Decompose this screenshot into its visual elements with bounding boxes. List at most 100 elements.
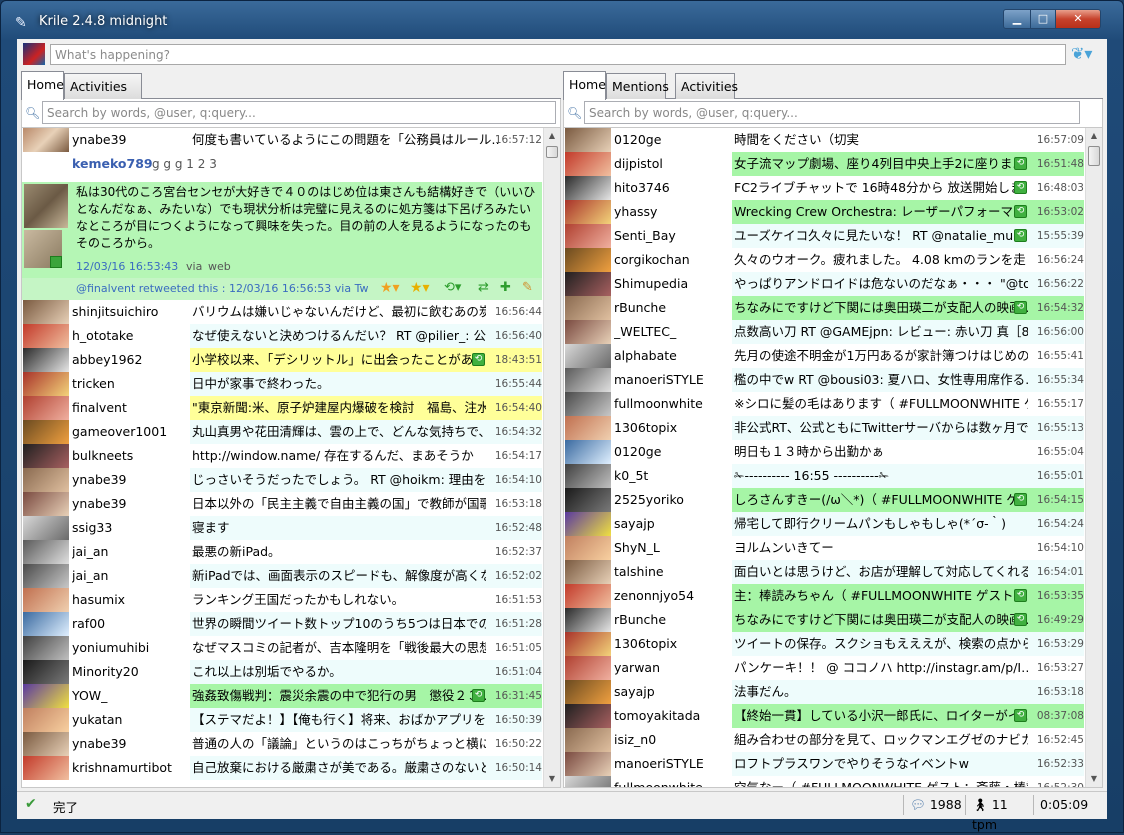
tweet-row[interactable]: hasumix ランキング王国だったかもしれない。 16:51:53 [22, 588, 542, 612]
avatar[interactable] [23, 516, 69, 540]
tweet-row[interactable]: YOW_ 強姦致傷戦判：震災余震の中で犯行の男 懲役２３… ⟲ 16:31:45 [22, 684, 542, 708]
avatar[interactable] [23, 444, 69, 468]
tweet-row[interactable]: yhassy Wrecking Crew Orchestra: レーザーパフォーマ… [564, 200, 1084, 224]
tweet-row[interactable]: 0120ge 明日も１３時から出勤かぁ 16:55:04 [564, 440, 1084, 464]
avatar[interactable] [565, 344, 611, 368]
tweet-time[interactable]: 16:50:14 [486, 756, 542, 780]
avatar[interactable] [23, 396, 69, 420]
tweet-username[interactable]: gameover1001 [72, 420, 190, 444]
tweet-time[interactable]: 15:55:39 [1028, 224, 1084, 248]
tweet-username[interactable]: ssig33 [72, 516, 190, 540]
tweet-username[interactable]: hasumix [72, 588, 190, 612]
close-button[interactable]: ✕ [1055, 9, 1101, 29]
tweet-username[interactable]: ShyN_L [614, 536, 732, 560]
avatar[interactable] [23, 492, 69, 516]
tweet-username[interactable]: manoeriSTYLE [614, 368, 732, 392]
avatar[interactable] [23, 660, 69, 684]
tweet-time[interactable]: 16:55:34 [1028, 368, 1084, 392]
avatar[interactable] [23, 324, 69, 348]
tweet-row[interactable]: dijpistol 女子流マップ劇場、座り4列目中央上手2に座りま… ⟲ 16:51:… [564, 152, 1084, 176]
tweet-username[interactable]: isiz_n0 [614, 728, 732, 752]
tweet-row[interactable]: ynabe39 何度も書いているようにこの問題を「公務員はルール… 16:57:… [22, 128, 542, 152]
tweet-time[interactable]: 16:31:45 [486, 684, 542, 708]
tweet-row[interactable]: 2525yoriko しろさんすきー(/ω＼*)（ #FULLMOONWHITE … [564, 488, 1084, 512]
avatar[interactable] [565, 464, 611, 488]
minimize-button[interactable]: ▁ [1003, 9, 1031, 29]
tweet-time[interactable]: 16:51:28 [486, 612, 542, 636]
tweet-row[interactable]: jai_an 最悪の新iPad。 16:52:37 [22, 540, 542, 564]
tweet-username[interactable]: Shimupedia [614, 272, 732, 296]
tweet-time[interactable]: 16:54:10 [486, 468, 542, 492]
tweet-row[interactable]: raf00 世界の瞬間ツイート数トップ10のうち5つは日本での… 16:51:28 [22, 612, 542, 636]
tweet-row[interactable]: ssig33 寝ます 16:52:48 [22, 516, 542, 540]
tweet-username[interactable]: corgikochan [614, 248, 732, 272]
avatar[interactable] [565, 536, 611, 560]
tweet-row[interactable]: ynabe39 じっさいそうだったでしょう。 RT @hoikm: 理由を… 16:… [22, 468, 542, 492]
tweet-username[interactable]: yarwan [614, 656, 732, 680]
tweet-time[interactable]: 16:53:18 [486, 492, 542, 516]
avatar[interactable] [565, 248, 611, 272]
tweet-row[interactable]: rBunche ちなみにですけど下関には奥田瑛二が支配人の映画… ⟲ 16:49:29 [564, 608, 1084, 632]
scroll-thumb[interactable] [546, 146, 558, 158]
tweet-username[interactable]: rBunche [614, 608, 732, 632]
tweet-username[interactable]: 0120ge [614, 128, 732, 152]
maximize-button[interactable]: □ [1030, 9, 1056, 29]
tweet-time[interactable]: 16:55:41 [1028, 344, 1084, 368]
tweet-time[interactable]: 16:55:04 [1028, 440, 1084, 464]
avatar[interactable] [565, 608, 611, 632]
tweet-time[interactable]: 16:51:04 [486, 660, 542, 684]
avatar[interactable] [565, 224, 611, 248]
tweet-username[interactable]: shinjitsuichiro [72, 300, 190, 324]
tweet-row[interactable]: 1306topix ツイートの保存。スクショもえええが、検索の点からア… 16:53… [564, 632, 1084, 656]
tweet-row[interactable]: fullmoonwhite ※シロに髪の毛はあります（ #FULLMOONWHIT… [564, 392, 1084, 416]
scroll-down-icon[interactable]: ▼ [544, 771, 560, 787]
avatar[interactable] [23, 708, 69, 732]
tweet-timestamp-link[interactable]: 12/03/16 16:53:43 [76, 260, 178, 273]
tweet-row[interactable]: tricken 日中が家事で終わった。 16:55:44 [22, 372, 542, 396]
avatar[interactable] [565, 368, 611, 392]
avatar[interactable] [565, 488, 611, 512]
tweet-time[interactable]: 16:54:17 [486, 444, 542, 468]
tweet-username[interactable]: _WELTEC_ [614, 320, 732, 344]
tweet-time[interactable]: 16:52:02 [486, 564, 542, 588]
tweet-time[interactable]: 16:53:18 [1028, 680, 1084, 704]
tweet-time[interactable]: 16:51:05 [486, 636, 542, 660]
avatar[interactable] [565, 632, 611, 656]
tweet-time[interactable]: 16:51:53 [486, 588, 542, 612]
tweet-time[interactable]: 16:54:10 [1028, 536, 1084, 560]
post-wing-icon[interactable]: ❦▾ [1071, 45, 1101, 63]
tweet-time[interactable]: 16:56:00 [1028, 320, 1084, 344]
avatar[interactable] [23, 756, 69, 780]
avatar[interactable] [23, 300, 69, 324]
avatar[interactable] [565, 128, 611, 152]
avatar[interactable] [24, 184, 68, 228]
tweet-row[interactable]: zenonnjyo54 主：棒読みちゃん（ #FULLMOONWHITE ゲスト…… [564, 584, 1084, 608]
tweet-time[interactable]: 16:55:13 [1028, 416, 1084, 440]
tweet-row[interactable]: manoeriSTYLE 檻の中でw RT @bousi03: 夏ハロ、女性専用席… [564, 368, 1084, 392]
tweet-row[interactable]: gameover1001 丸山真男や花田清輝は、雲の上で、どんな気持ちで、… 16:… [22, 420, 542, 444]
tab-activities[interactable]: Activities [64, 73, 142, 99]
tweet-time[interactable]: 16:57:09 [1028, 128, 1084, 152]
avatar[interactable] [565, 392, 611, 416]
tab-home[interactable]: Home [21, 71, 64, 100]
tweet-row[interactable]: ynabe39 日本以外の「民主主義で自由主義の国」で教師が国歌… 16:53:18 [22, 492, 542, 516]
tab-activities[interactable]: Activities [675, 73, 738, 99]
tweet-time[interactable]: 16:55:01 [1028, 464, 1084, 488]
tweet-username[interactable]: krishnamurtibot [72, 756, 190, 780]
tweet-username[interactable]: raf00 [72, 612, 190, 636]
tweet-username[interactable]: 0120ge [614, 440, 732, 464]
tweet-username[interactable]: 2525yoriko [614, 488, 732, 512]
tweet-username[interactable]: zenonnjyo54 [614, 584, 732, 608]
tweet-username[interactable]: fullmoonwhite [614, 392, 732, 416]
left-scrollbar[interactable]: ▲ ▼ [543, 128, 560, 787]
avatar[interactable] [565, 776, 611, 787]
tweet-username[interactable]: Senti_Bay [614, 224, 732, 248]
tweet-username[interactable]: bulkneets [72, 444, 190, 468]
avatar[interactable] [565, 200, 611, 224]
avatar[interactable] [23, 540, 69, 564]
avatar[interactable] [565, 584, 611, 608]
tweet-row[interactable]: corgikochan 久々のウオーク。疲れました。 4.08 kmのランを走り…… [564, 248, 1084, 272]
tweet-username[interactable]: sayajp [614, 512, 732, 536]
scroll-up-icon[interactable]: ▲ [1086, 128, 1102, 144]
tweet-row[interactable]: ShyN_L ヨルムンいきてー 16:54:10 [564, 536, 1084, 560]
